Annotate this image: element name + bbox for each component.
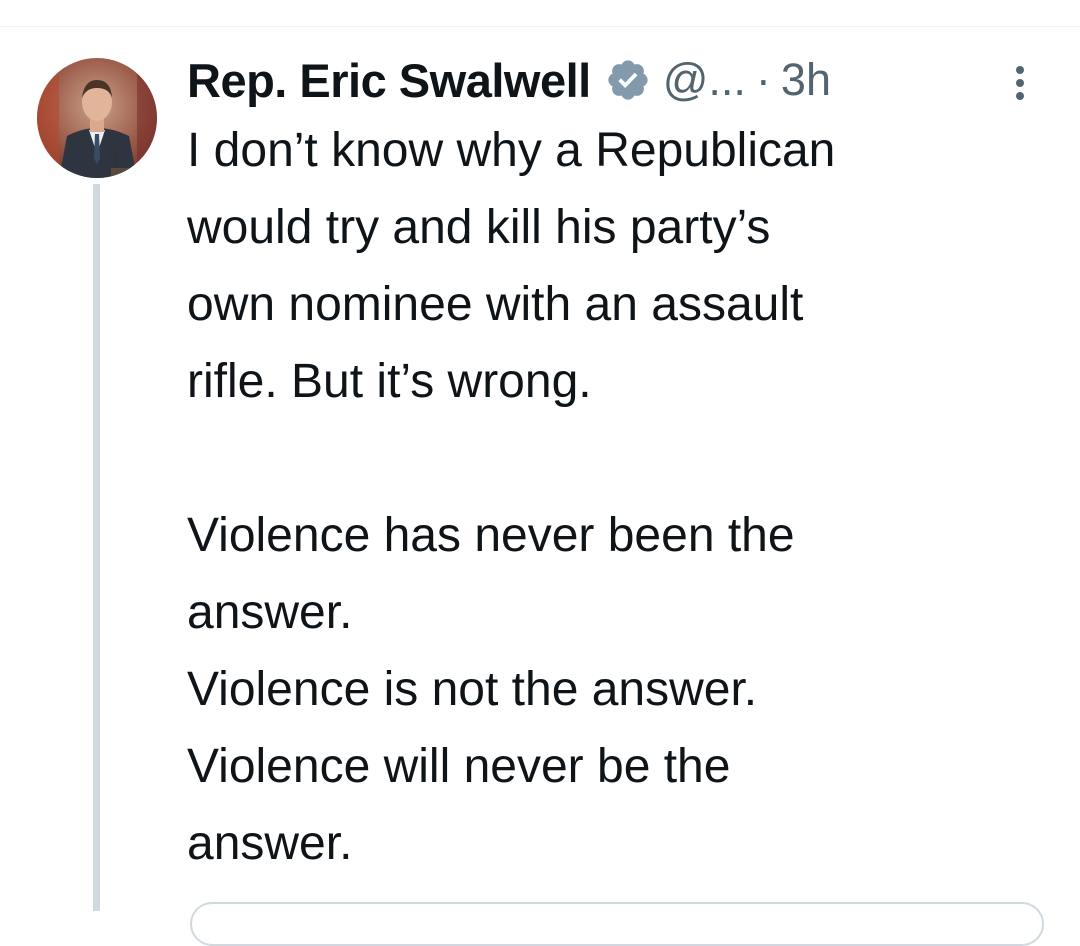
- more-options-icon[interactable]: [1012, 64, 1028, 102]
- separator-dot: ·: [755, 54, 771, 105]
- thread-connector-line: [93, 184, 100, 911]
- tweet-header: Rep. Eric Swalwell @... · 3h: [187, 50, 831, 110]
- author-handle[interactable]: @...: [663, 54, 746, 106]
- top-divider: [0, 26, 1080, 27]
- tweet-timestamp[interactable]: 3h: [781, 54, 831, 106]
- avatar-photo: [37, 58, 157, 178]
- verified-badge-icon: [608, 60, 648, 100]
- author-display-name[interactable]: Rep. Eric Swalwell: [187, 53, 591, 108]
- tweet-text: I don’t know why a Republican would try …: [187, 124, 836, 870]
- quoted-card-edge: [190, 902, 1044, 946]
- avatar[interactable]: [37, 58, 157, 178]
